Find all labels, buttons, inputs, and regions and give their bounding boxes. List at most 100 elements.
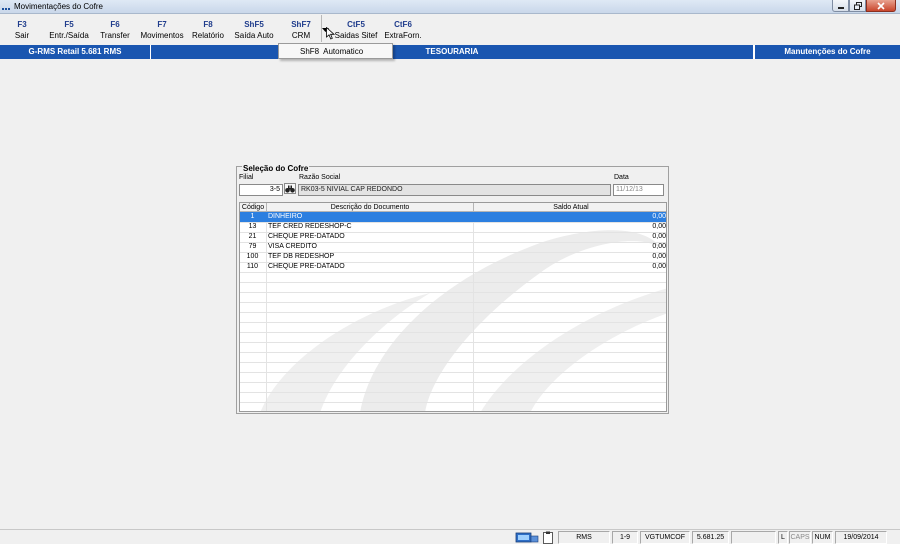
key-label: ShF7 — [291, 20, 311, 29]
row-divider — [240, 272, 666, 273]
table-row[interactable]: 21 CHEQUE PRE-DATADO 0,00 — [240, 232, 666, 242]
cell-description: CHEQUE PRE-DATADO — [268, 263, 345, 270]
key-label: CtF6 — [394, 20, 412, 29]
table-row[interactable]: 79 VISA CREDITO 0,00 — [240, 242, 666, 252]
screen-name-label: Manutenções do Cofre — [754, 45, 900, 59]
minimize-button[interactable] — [832, 0, 849, 12]
table-row[interactable]: 110 CHEQUE PRE-DATADO 0,00 — [240, 262, 666, 272]
table-row[interactable]: 13 TEF CRED REDESHOP-C 0,00 — [240, 222, 666, 232]
exit-button[interactable]: F3 Sair — [4, 14, 40, 44]
network-icon — [515, 532, 539, 543]
documents-grid: Código Descrição do Documento Saldo Atua… — [239, 202, 667, 412]
info-bar: G-RMS Retail 5.681 RMS TESOURARIA Manute… — [0, 45, 900, 59]
row-divider — [240, 312, 666, 313]
cell-code: 100 — [246, 253, 259, 260]
entry-exit-button[interactable]: F5 Entr./Saída — [46, 14, 92, 44]
title-bar: Movimentações do Cofre — [0, 0, 900, 14]
status-lock: L — [778, 531, 788, 544]
key-label: F5 — [64, 20, 74, 29]
button-label: Movimentos — [140, 31, 184, 40]
row-divider — [240, 392, 666, 393]
app-grid-icon — [2, 3, 12, 11]
cell-description: CHEQUE PRE-DATADO — [268, 233, 345, 240]
filial-field[interactable]: 3-5 — [239, 184, 283, 196]
cell-code: 79 — [248, 243, 257, 250]
restore-button[interactable] — [849, 0, 866, 12]
status-program: VGTUMCOF — [640, 531, 690, 544]
cell-description: TEF CRED REDESHOP-C — [268, 223, 352, 230]
search-button[interactable] — [284, 183, 296, 194]
vault-selection-panel: Seleção do Cofre Filial 3-5 Razão Social… — [236, 164, 669, 414]
status-caps: CAPS — [789, 531, 811, 544]
cell-balance: 0,00 — [652, 213, 666, 220]
minimize-icon — [837, 6, 844, 9]
movements-button[interactable]: F7 Movimentos — [138, 14, 186, 44]
button-label: Relatório — [191, 31, 224, 40]
date-field[interactable]: 11/12/13 — [613, 184, 664, 196]
key-label: CtF5 — [347, 20, 365, 29]
key-label: F3 — [17, 20, 27, 29]
row-divider — [240, 342, 666, 343]
clipboard-icon[interactable] — [542, 531, 554, 544]
row-divider — [240, 402, 666, 403]
row-divider — [240, 372, 666, 373]
column-header-description[interactable]: Descrição do Documento — [267, 203, 474, 212]
column-header-balance[interactable]: Saldo Atual — [474, 203, 666, 212]
close-icon — [877, 1, 885, 10]
row-divider — [240, 292, 666, 293]
module-label: TESOURARIA — [151, 45, 754, 59]
window-title: Movimentações do Cofre — [14, 2, 103, 11]
status-empty — [731, 531, 776, 544]
window-controls — [832, 0, 896, 12]
report-button[interactable]: F8 Relatório — [189, 14, 227, 44]
toolbar-dropdown-menu: ShF8 Automatico — [278, 43, 393, 59]
button-label: Saída Auto — [234, 31, 274, 40]
auto-exit-button[interactable]: ShF5 Saída Auto — [232, 14, 276, 44]
binoculars-icon — [285, 185, 295, 193]
button-label: CRM — [291, 31, 311, 40]
cell-code: 110 — [246, 263, 259, 270]
table-row[interactable]: 1 DINHEIRO 0,00 — [240, 212, 666, 222]
key-label: F8 — [203, 20, 213, 29]
row-divider — [240, 322, 666, 323]
status-num: NUM — [812, 531, 833, 544]
row-divider — [240, 282, 666, 283]
table-row[interactable]: 100 TEF DB REDESHOP 0,00 — [240, 252, 666, 262]
button-label: Saidas Sitef — [334, 31, 378, 40]
cell-balance: 0,00 — [652, 263, 666, 270]
key-label: ShF5 — [244, 20, 264, 29]
column-header-code[interactable]: Código — [240, 203, 267, 212]
button-label: ExtraForn. — [384, 31, 422, 40]
cell-code: 1 — [250, 213, 255, 220]
row-divider — [240, 302, 666, 303]
restore-icon — [853, 1, 862, 10]
cell-description: TEF DB REDESHOP — [268, 253, 335, 260]
row-divider — [240, 332, 666, 333]
row-divider — [240, 352, 666, 353]
status-system: RMS — [558, 531, 610, 544]
button-label: Sair — [14, 31, 30, 40]
function-toolbar: F3 Sair F5 Entr./Saída F6 Transfer F7 Mo… — [0, 14, 900, 44]
row-divider — [240, 362, 666, 363]
cell-balance: 0,00 — [652, 223, 666, 230]
row-divider — [240, 382, 666, 383]
close-button[interactable] — [866, 0, 896, 12]
cell-code: 21 — [248, 233, 257, 240]
sitef-exit-button[interactable]: CtF5 Saidas Sitef — [334, 14, 378, 44]
status-bar: RMS 1-9 VGTUMCOF 5.681.25 L CAPS NUM 19/… — [0, 529, 900, 544]
cell-code: 13 — [248, 223, 257, 230]
key-label: F6 — [110, 20, 120, 29]
cell-balance: 0,00 — [652, 233, 666, 240]
status-page: 1-9 — [612, 531, 638, 544]
razao-social-label: Razão Social — [299, 174, 341, 181]
crm-button[interactable]: ShF7 CRM — [282, 14, 320, 44]
menu-item-automatico[interactable]: ShF8 Automatico — [300, 47, 363, 56]
status-version: 5.681.25 — [692, 531, 729, 544]
cell-description: VISA CREDITO — [268, 243, 317, 250]
date-label: Data — [614, 174, 629, 181]
mouse-cursor-icon — [326, 27, 336, 40]
transfer-button[interactable]: F6 Transfer — [96, 14, 134, 44]
button-label: Entr./Saída — [49, 31, 89, 40]
extra-forn-button[interactable]: CtF6 ExtraForn. — [382, 14, 424, 44]
button-label: Transfer — [100, 31, 130, 40]
